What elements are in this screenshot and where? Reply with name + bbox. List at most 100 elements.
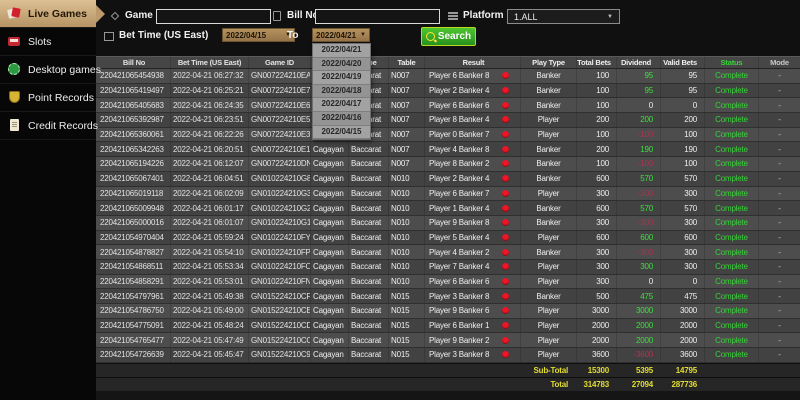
cell-type: Baccarat [348,201,388,215]
records-table: Bill NoBet Time (US East)Game IDCasinoTy… [96,56,800,391]
search-button[interactable]: Search [421,27,476,46]
bill-no-input[interactable] [315,9,440,24]
table-row: 220421065454938 2022-04-21 06:27:32 GN0072… [96,69,800,84]
sidebar-item-live-games[interactable]: Live Games [0,0,105,28]
cell-game-id: GN007224210DN [248,157,310,171]
sidebar-item-credit-records[interactable]: Credit Records [0,112,98,140]
sidebar-item-slots[interactable]: Slots [0,28,96,56]
cell-game-id: GN007224210EA [248,69,310,83]
result-replay-dot-icon[interactable] [502,336,509,344]
result-replay-dot-icon[interactable] [502,322,509,330]
cell-result: Player 1 Banker 4 [424,201,520,215]
cell-valid-bets: 300 [660,245,704,259]
subtotal-row: Sub-Total 15300 5395 14795 [96,362,800,377]
cell-bill-no: 220421065405683 [100,100,164,110]
cell-valid-bets: 300 [660,186,704,201]
bet-time-from-select[interactable]: 2022/04/15 ▼ [222,28,295,42]
cell-status: Complete [704,186,758,201]
result-replay-dot-icon[interactable] [502,292,509,300]
cell-mode: - [758,304,800,318]
cell-dividend: 200 [616,113,660,127]
cell-table: N010 [388,245,424,259]
cell-table: N015 [388,333,424,348]
cell-type: Baccarat [348,186,388,201]
cell-table: N007 [388,83,424,98]
cell-casino: Cagayan [310,318,348,333]
result-replay-dot-icon[interactable] [502,131,509,139]
subtotal-label: Sub-Total [533,365,569,375]
cell-game-id: GN010224210G3 [248,186,310,201]
game-id-input[interactable] [156,9,271,24]
result-replay-dot-icon[interactable] [502,233,509,241]
cell-dividend: 600 [616,230,660,245]
result-replay-dot-icon[interactable] [502,263,509,271]
cell-bet-time: 2022-04-21 05:47:49 [170,333,248,348]
result-replay-dot-icon[interactable] [502,307,509,315]
cell-mode: - [758,186,800,201]
cell-bet-time: 2022-04-21 05:48:24 [170,318,248,333]
subtotal-total-bets: 15300 [587,365,609,375]
result-replay-dot-icon[interactable] [502,351,509,359]
cell-status: Complete [704,318,758,333]
cell-table: N010 [388,215,424,230]
result-replay-dot-icon[interactable] [502,72,509,80]
cell-status: Complete [704,230,758,245]
cell-bill-no: 220421054775091 [100,321,164,331]
cell-game-id: GN015224210CF [248,289,310,303]
result-replay-dot-icon[interactable] [502,204,509,212]
cell-play-type: Player [520,127,576,142]
sidebar-item-desktop-games[interactable]: Desktop games [0,56,101,84]
platform-select[interactable]: 1.ALL ▼ [507,9,620,24]
cell-bill-no: 220421065392987 [100,115,164,125]
cell-game-id: GN007224210E1 [248,142,310,157]
bet-time-to-select[interactable]: 2022/04/21 ▼ [312,28,370,42]
result-replay-dot-icon[interactable] [502,116,509,124]
result-replay-dot-icon[interactable] [502,248,509,256]
cell-total-bets: 2000 [576,333,616,348]
result-replay-dot-icon[interactable] [502,101,509,109]
cell-total-bets: 600 [576,171,616,186]
result-replay-dot-icon[interactable] [502,160,509,168]
table-row: 220421065019118 2022-04-21 06:02:09 GN0102… [96,186,800,202]
cell-status: Complete [704,348,758,362]
result-replay-dot-icon[interactable] [502,87,509,95]
cell-bill-no: 220421054786750 [100,306,164,316]
column-header-result: Result [424,57,520,68]
cell-status: Complete [704,113,758,127]
result-replay-dot-icon[interactable] [502,219,509,227]
cell-result: Player 9 Banker 6 [424,304,520,318]
cell-type: Baccarat [348,274,388,289]
table-row: 220421054970404 2022-04-21 05:59:24 GN0102… [96,230,800,246]
table-row: 220421065342263 2022-04-21 06:20:51 GN0072… [96,142,800,158]
cell-valid-bets: 475 [660,289,704,303]
date-option[interactable]: 2022/04/21 [313,44,370,58]
result-replay-dot-icon[interactable] [502,175,509,183]
cell-status: Complete [704,215,758,230]
date-option[interactable]: 2022/04/15 [313,125,370,140]
column-header-status: Status [704,57,758,68]
cell-bill-no: 220421065342263 [100,144,164,154]
total-label: Total [550,379,568,389]
table-row: 220421054858291 2022-04-21 05:53:01 GN0102… [96,274,800,290]
cell-dividend: 3000 [616,304,660,318]
cell-total-bets: 300 [576,186,616,201]
sidebar-item-point-records[interactable]: Point Records [0,84,96,112]
cell-valid-bets: 300 [660,215,704,230]
cell-total-bets: 300 [576,245,616,259]
date-option[interactable]: 2022/04/18 [313,84,370,99]
date-option[interactable]: 2022/04/19 [313,71,370,85]
result-replay-dot-icon[interactable] [502,189,509,197]
date-option[interactable]: 2022/04/16 [313,111,370,126]
cell-dividend: 475 [616,289,660,303]
cell-table: N007 [388,113,424,127]
date-option[interactable]: 2022/04/20 [313,57,370,72]
cell-bet-time: 2022-04-21 05:53:34 [170,259,248,274]
cell-total-bets: 500 [576,289,616,303]
date-option[interactable]: 2022/04/17 [313,98,370,112]
cell-dividend: 570 [616,201,660,215]
sidebar-item-label: Slots [28,35,52,48]
cell-mode: - [758,289,800,303]
result-replay-dot-icon[interactable] [502,145,509,153]
to-label: To [287,30,299,41]
result-replay-dot-icon[interactable] [502,277,509,285]
